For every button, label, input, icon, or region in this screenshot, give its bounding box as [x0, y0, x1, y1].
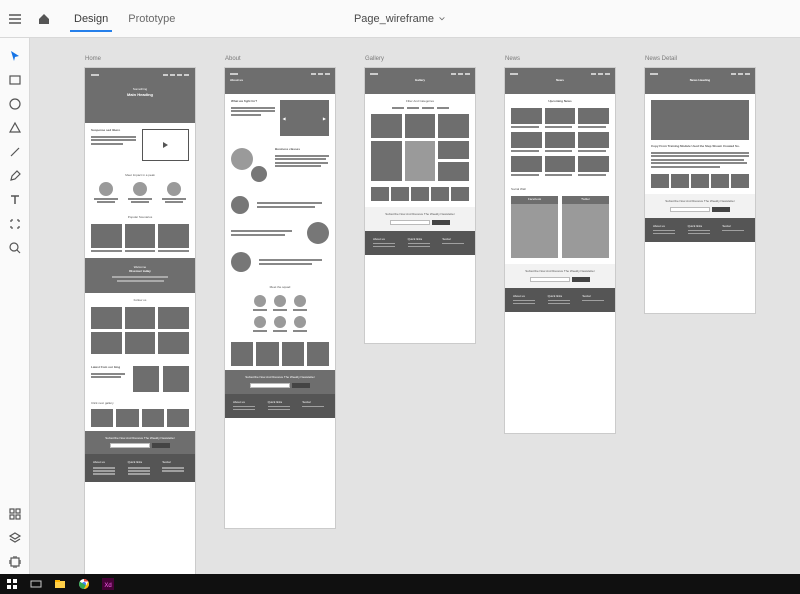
social-tab-fb: Facebook [528, 198, 541, 202]
subscribe-title: Subscribe Now And Receive The Weekly New… [511, 270, 609, 274]
subscribe-title: Subscribe Now And Receive The Weekly New… [651, 200, 749, 204]
section-title: What we fight for? [231, 100, 275, 104]
subscribe-button[interactable] [712, 207, 730, 212]
chevron-down-icon [438, 15, 446, 23]
footer-heading: About us [93, 460, 111, 464]
section-title: Social Wall [511, 188, 609, 192]
chrome-icon[interactable] [72, 574, 96, 594]
section-title: Popular Scenarios [91, 216, 189, 220]
subscribe-input[interactable] [670, 207, 710, 212]
artboard-news-detail[interactable]: News Detail News Heading Copy From Train… [645, 68, 755, 313]
gallery-nav: Click next gallery [91, 402, 189, 406]
text-tool[interactable] [0, 188, 30, 212]
footer-heading: Quick links [128, 460, 146, 464]
pen-tool[interactable] [0, 164, 30, 188]
document-title: Page_wireframe [354, 13, 434, 25]
file-explorer-icon[interactable] [48, 574, 72, 594]
subscribe-button[interactable] [432, 220, 450, 225]
home-button[interactable] [30, 0, 58, 38]
assets-panel-button[interactable] [0, 502, 30, 526]
artboard-label: News [505, 56, 520, 62]
rectangle-tool[interactable] [0, 68, 30, 92]
subscribe-button[interactable] [152, 443, 170, 448]
footer-heading: Quick links [408, 237, 433, 241]
plugins-panel-button[interactable] [0, 550, 30, 574]
select-tool[interactable] [0, 44, 30, 68]
artboard-label: News Detail [645, 56, 677, 62]
taskview-button[interactable] [24, 574, 48, 594]
content-title: Copy From Training Module Used the Step … [651, 145, 749, 149]
left-toolbar [0, 38, 30, 574]
footer-heading: Quick links [548, 294, 573, 298]
design-canvas[interactable]: Home Something Main Heading Suspense sed… [30, 38, 800, 574]
footer: About us Quick links Social [645, 218, 755, 242]
hero-title: News [510, 79, 610, 83]
artboard-label: Gallery [365, 56, 384, 62]
subscribe-title: Subscribe Now And Receive The Weekly New… [91, 437, 189, 441]
artboard-label: Home [85, 56, 101, 62]
polygon-tool[interactable] [0, 116, 30, 140]
footer-heading: Quick links [688, 224, 713, 228]
subscribe-input[interactable] [250, 383, 290, 388]
subscribe-button[interactable] [292, 383, 310, 388]
artboard-group: Home Something Main Heading Suspense sed… [85, 68, 755, 574]
footer-heading: About us [373, 237, 398, 241]
tab-prototype[interactable]: Prototype [118, 0, 185, 38]
section-title: Upcoming News [511, 100, 609, 104]
artboard-about[interactable]: About About us What we fight for? ◀▶ [225, 68, 335, 528]
subscribe-button[interactable] [572, 277, 590, 282]
intro-title: Suspense sed libero [91, 129, 136, 133]
windows-taskbar: Xd [0, 574, 800, 594]
footer-heading: Quick links [268, 400, 293, 404]
footer-heading: Social [722, 224, 747, 228]
document-title-dropdown[interactable]: Page_wireframe [354, 13, 446, 25]
hero-title: News Heading [650, 79, 750, 83]
ellipse-tool[interactable] [0, 92, 30, 116]
section-title: Business classes [275, 148, 329, 152]
hero-title: Gallery [370, 79, 470, 83]
footer: About us Quick links Social [365, 231, 475, 255]
footer: About us Quick links Social [225, 394, 335, 418]
footer-heading: About us [653, 224, 678, 228]
footer-heading: Social [302, 400, 327, 404]
section-title: Latest from our blog [91, 366, 129, 370]
section-title: Meet Impact in a peak [91, 174, 189, 178]
subscribe-title: Subscribe Now And Receive The Weekly New… [231, 376, 329, 380]
artboard-gallery[interactable]: Gallery Gallery Filter And Categories Su… [365, 68, 475, 343]
footer: About us Quick links Social [85, 454, 195, 482]
hero-title: About us [230, 79, 330, 83]
footer-heading: About us [513, 294, 538, 298]
hero-title: Main Heading [91, 92, 189, 97]
subscribe-input[interactable] [110, 443, 150, 448]
footer-heading: Social [162, 460, 180, 464]
line-tool[interactable] [0, 140, 30, 164]
hamburger-icon[interactable] [0, 0, 30, 38]
adobe-xd-icon[interactable]: Xd [96, 574, 120, 594]
section-title: Meet the squad [231, 286, 329, 290]
footer-heading: Social [442, 237, 467, 241]
layers-panel-button[interactable] [0, 526, 30, 550]
tab-design[interactable]: Design [64, 0, 118, 38]
svg-text:Xd: Xd [104, 583, 111, 589]
artboard-label: About [225, 56, 241, 62]
filter-label: Filter And Categories [371, 100, 469, 104]
footer-heading: About us [233, 400, 258, 404]
artboard-home[interactable]: Home Something Main Heading Suspense sed… [85, 68, 195, 574]
start-button[interactable] [0, 574, 24, 594]
footer-heading: Social [582, 294, 607, 298]
subscribe-input[interactable] [530, 277, 570, 282]
footer: About us Quick links Social [505, 288, 615, 312]
section-title: Follow us [91, 299, 189, 303]
subscribe-input[interactable] [390, 220, 430, 225]
artboard-news[interactable]: News News Upcoming News [505, 68, 615, 433]
zoom-tool[interactable] [0, 236, 30, 260]
artboard-tool[interactable] [0, 212, 30, 236]
app-menubar: Design Prototype Page_wireframe [0, 0, 800, 38]
subscribe-title: Subscribe Now And Receive The Weekly New… [371, 213, 469, 217]
mode-tabs: Design Prototype [64, 0, 185, 38]
banner-title: Discover today [93, 270, 187, 274]
social-tab-tw: Twitter [581, 198, 590, 202]
